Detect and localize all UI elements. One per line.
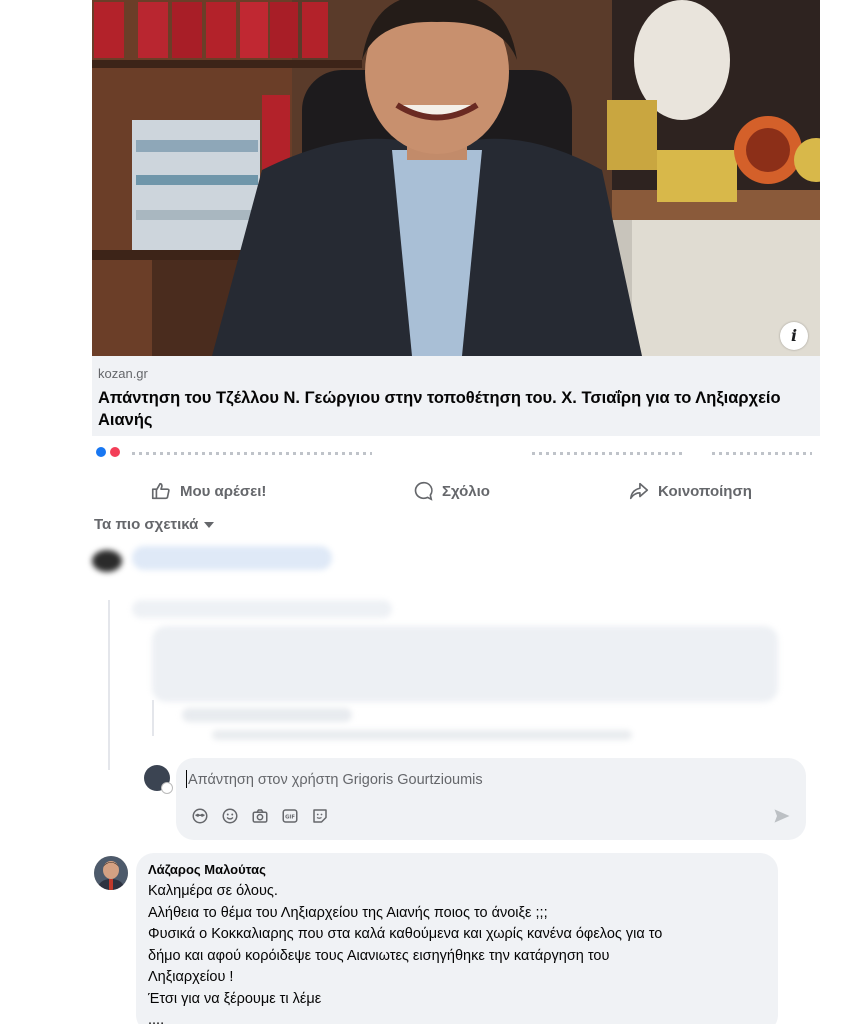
redacted-text [532, 452, 682, 455]
like-label: Μου αρέσει! [180, 482, 267, 500]
current-user-avatar[interactable] [144, 765, 173, 794]
thumbs-up-icon [151, 482, 170, 500]
sticker-icon[interactable] [310, 806, 330, 826]
reactions-summary-obscured [92, 444, 820, 464]
comment-text-line: Έτσι για να ξέρουμε τι λέμε [148, 990, 322, 1007]
comment-author[interactable]: Λάζαρος Μαλούτας [148, 862, 766, 877]
comment-text-line: Φυσικά ο Κοκκαλιαρης που στα καλά καθούμ… [148, 926, 663, 942]
link-title[interactable]: Απάντηση του Τζέλλου Ν. Γεώργιου στην το… [98, 387, 814, 431]
like-reaction-icon [96, 447, 106, 457]
redacted-name [132, 546, 332, 570]
text-caret [186, 770, 187, 788]
office-portrait-image [92, 0, 820, 356]
redacted-reply [152, 626, 778, 702]
commenter-avatar[interactable] [94, 856, 128, 890]
thread-line [152, 700, 154, 736]
reply-input[interactable] [188, 768, 788, 792]
link-preview-image[interactable]: i [92, 0, 820, 356]
camera-icon[interactable] [250, 806, 270, 826]
info-icon[interactable]: i [780, 322, 808, 350]
share-label: Κοινοποίηση [658, 482, 752, 500]
sort-label: Τα πιο σχετικά [94, 516, 199, 533]
love-reaction-icon [110, 447, 120, 457]
comment-text-line: δήμο και αφού κορόιδεψε τους Αιανιωτες ε… [148, 947, 610, 964]
redacted-comment-thread [92, 540, 792, 770]
link-domain: kozan.gr [98, 366, 148, 381]
link-meta[interactable]: kozan.gr Απάντηση του Τζέλλου Ν. Γεώργιο… [92, 356, 820, 436]
redacted-text [712, 452, 812, 455]
redacted-text [132, 452, 372, 455]
emoji-icon[interactable] [220, 806, 240, 826]
composer-tools: GIF [190, 806, 330, 826]
share-button[interactable]: Κοινοποίηση [628, 476, 752, 506]
like-button[interactable]: Μου αρέσει! [150, 476, 266, 506]
caret-down-icon [204, 521, 215, 528]
comment-text-line: Ληξιαρχείου ! [148, 969, 234, 985]
comment-sort-dropdown[interactable]: Τα πιο σχετικά [94, 516, 215, 533]
redacted-text [132, 600, 392, 618]
gif-icon[interactable]: GIF [280, 806, 300, 826]
comment-bubble-icon [414, 481, 433, 501]
redacted-text [182, 708, 352, 722]
comment-button[interactable]: Σχόλιο [412, 476, 490, 506]
svg-text:GIF: GIF [285, 815, 295, 821]
comment-label: Σχόλιο [442, 482, 490, 500]
thread-line [108, 600, 110, 770]
comment-text-line: Αλήθεια το θέμα του Ληξιαρχείου της Αιαν… [148, 904, 548, 921]
redacted-text [212, 730, 632, 740]
comment-text-line: Καλημέρα σε όλους. [148, 883, 278, 899]
share-arrow-icon [629, 482, 649, 500]
comment-text-line: .... [148, 1012, 165, 1024]
link-preview-card[interactable]: i kozan.gr Απάντηση του Τζέλλου Ν. Γεώργ… [92, 0, 820, 436]
post-action-bar: Μου αρέσει! Σχόλιο Κοινοποίηση [92, 476, 820, 506]
send-icon[interactable] [772, 806, 792, 826]
comment-bubble: Λάζαρος Μαλούτας Καλημέρα σε όλους. Αλήθ… [136, 853, 778, 1024]
redacted-avatar [92, 550, 122, 572]
commenter-photo [94, 856, 128, 890]
reply-composer[interactable]: GIF [176, 758, 806, 840]
avatar-sticker-icon[interactable] [190, 806, 210, 826]
avatar-badge-icon [161, 782, 173, 794]
